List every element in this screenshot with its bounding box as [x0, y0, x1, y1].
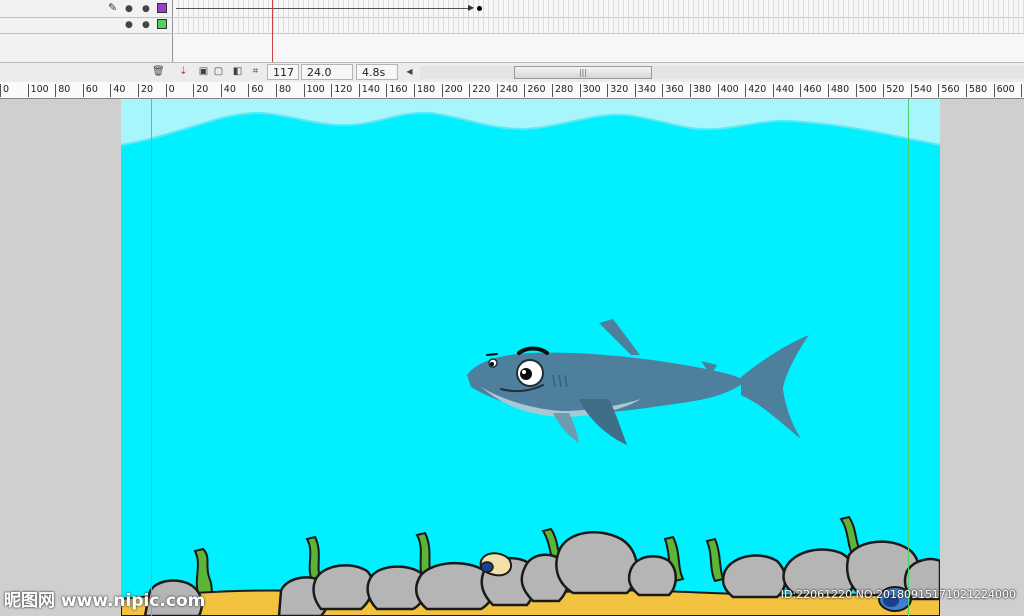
- ruler-tick-label: 420: [745, 84, 766, 97]
- ruler-tick-label: 560: [938, 84, 960, 97]
- ruler-tick-label: 600: [993, 84, 1015, 97]
- pencil-icon: ✎: [108, 1, 118, 14]
- ruler-tick-label: 400: [717, 84, 739, 97]
- layer-row[interactable]: ● ●: [0, 16, 172, 34]
- ruler-tick-label: 240: [496, 84, 518, 97]
- scroll-left-icon[interactable]: ◀: [404, 66, 415, 77]
- ruler-tick-label: 40: [110, 84, 125, 97]
- ruler-tick-label: 0: [0, 84, 9, 97]
- visibility-dot[interactable]: ●: [125, 20, 133, 30]
- timeline-panel: ✎ ● ● ● ● ▶ 🗑 ⇣ ▣ ▢ ◧ ⌗ 117 24.0 fps 4.8…: [0, 0, 1024, 95]
- ruler-tick-label: 20: [193, 84, 208, 97]
- ruler-tick-label: 380: [690, 84, 711, 97]
- shell: [479, 552, 513, 577]
- ruler-tick-label: 480: [828, 84, 849, 97]
- horizontal-ruler: 0 100 80 60 40 20 0 20 40 60 80 100 120 140 160 180 200 2…: [0, 82, 1024, 99]
- ruler-tick-label: 80: [276, 84, 291, 97]
- onion-skin-icon[interactable]: ▣: [198, 66, 209, 77]
- layer-color-swatch[interactable]: [157, 3, 167, 13]
- center-frame-icon[interactable]: ⇣: [178, 66, 189, 77]
- ruler-tick-label: 180: [414, 84, 435, 97]
- ruler-tick-label: 440: [772, 84, 794, 97]
- onion-outline-icon[interactable]: ▢: [213, 66, 224, 77]
- watermark-id: ID:22061220 NO:20180915171021224000: [780, 588, 1016, 601]
- layer-color-swatch[interactable]: [157, 19, 167, 29]
- watermark-logo: 昵图网 www.nipic.com: [4, 591, 206, 611]
- visibility-dot[interactable]: ●: [125, 4, 133, 14]
- lock-dot[interactable]: ●: [142, 20, 150, 30]
- ruler-tick-label: 300: [579, 84, 601, 97]
- ruler-tick-label: 100: [27, 84, 49, 97]
- ruler-tick-label: 40: [220, 84, 236, 97]
- guide-line-left[interactable]: [151, 99, 152, 616]
- shark-eye-glint: [522, 370, 526, 374]
- modify-markers-icon[interactable]: ⌗: [250, 66, 261, 77]
- ruler-tick-label: 20: [138, 84, 153, 97]
- stage-artwork: [121, 99, 940, 616]
- ruler-tick-label: 140: [358, 84, 380, 97]
- scrollbar-thumb[interactable]: |||: [514, 66, 652, 79]
- ruler-tick-label: 320: [607, 84, 628, 97]
- ruler-tick-label: 280: [552, 84, 573, 97]
- ruler-tick-label: 220: [469, 84, 490, 97]
- ruler-tick-label: 260: [524, 84, 546, 97]
- horizontal-scrollbar[interactable]: |||: [420, 66, 1024, 79]
- arrow-head-icon: ▶: [468, 3, 475, 12]
- shark-far-pupil: [490, 362, 494, 366]
- ruler-tick-label: 60: [82, 84, 98, 97]
- timeline-controls: 🗑 ⇣ ▣ ▢ ◧ ⌗ 117 24.0 fps 4.8s ◀ |||: [0, 62, 1024, 95]
- ruler-tick-label: 60: [248, 84, 263, 97]
- ruler-tick-label: 0: [165, 84, 175, 97]
- trash-icon[interactable]: 🗑: [152, 66, 165, 77]
- shark-pupil: [520, 368, 532, 380]
- keyframe-dot[interactable]: [477, 6, 482, 11]
- ruler-tick-label: 100: [303, 84, 325, 97]
- ruler-tick-label: 540: [910, 84, 932, 97]
- ruler-tick-label: 340: [634, 84, 656, 97]
- ruler-tick-label: 200: [441, 84, 463, 97]
- ruler-tick-label: 120: [331, 84, 352, 97]
- elapsed-time-field: 4.8s: [356, 64, 398, 80]
- motion-tween-arrow: [176, 8, 472, 9]
- stage[interactable]: [121, 99, 940, 616]
- ruler-tick-label: 500: [855, 84, 877, 97]
- ruler-tick-label: 80: [55, 84, 70, 97]
- frames-area[interactable]: ▶: [174, 0, 1024, 62]
- current-frame-field: 117: [267, 64, 299, 80]
- ruler-tick-label: 360: [662, 84, 684, 97]
- frame-row[interactable]: [174, 16, 1024, 34]
- ruler-tick-label: 520: [883, 84, 904, 97]
- frame-rate-field[interactable]: 24.0 fps: [301, 64, 353, 95]
- shark-far-eyebrow: [486, 353, 498, 356]
- ruler-tick-label: 580: [966, 84, 987, 97]
- ruler-tick-label: 460: [800, 84, 822, 97]
- ruler-tick-label: 160: [386, 84, 408, 97]
- lock-dot[interactable]: ●: [142, 4, 150, 14]
- edit-multiple-frames-icon[interactable]: ◧: [232, 66, 243, 77]
- guide-line-right[interactable]: [908, 99, 909, 616]
